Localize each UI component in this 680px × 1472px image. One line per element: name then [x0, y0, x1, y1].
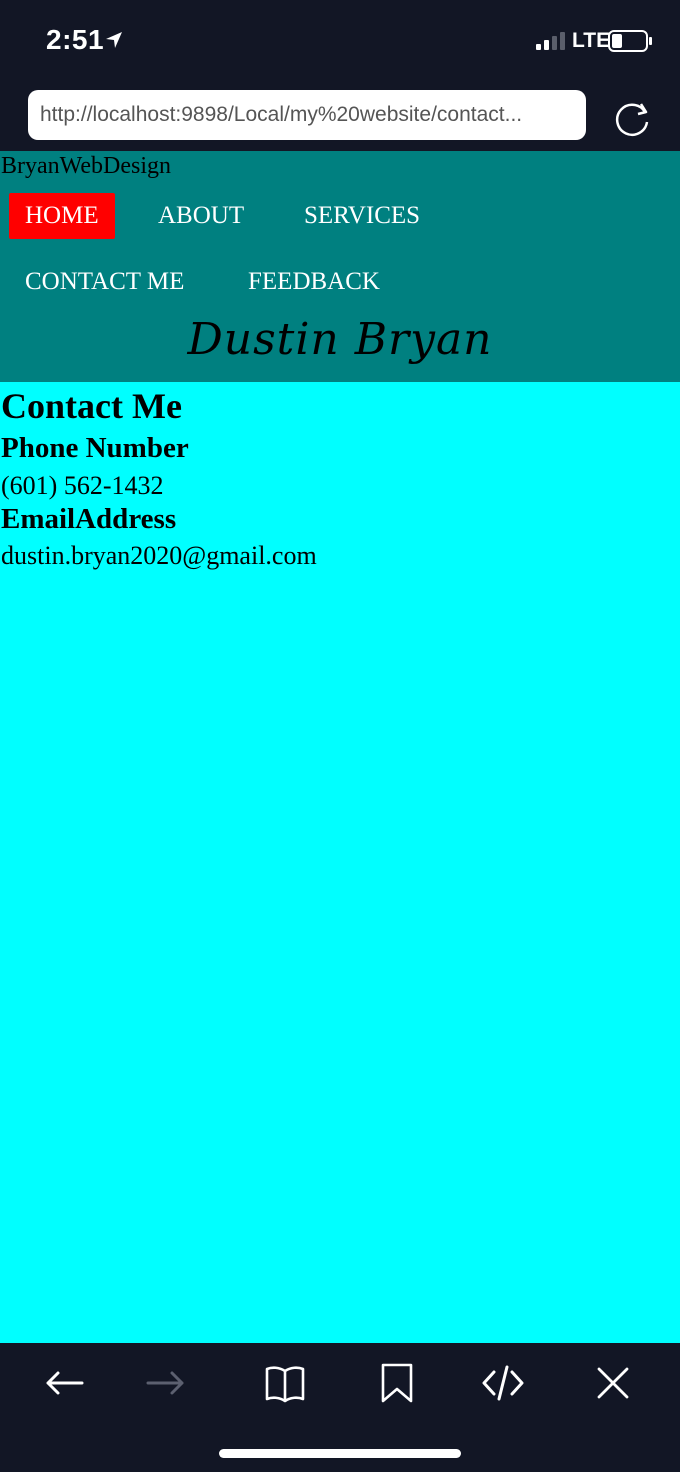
reload-icon[interactable] [612, 98, 652, 138]
network-label: LTE [572, 29, 611, 52]
nav-contact-me[interactable]: CONTACT ME [25, 259, 184, 305]
nav-home[interactable]: HOME [9, 193, 115, 239]
site-signature: Dustin Bryan [187, 314, 493, 365]
location-arrow-icon [106, 32, 122, 48]
battery-icon [608, 30, 652, 52]
site-brand: BryanWebDesign [1, 153, 172, 179]
signal-bars-icon [536, 32, 565, 50]
code-icon[interactable] [481, 1361, 525, 1405]
forward-arrow-icon[interactable] [144, 1361, 188, 1405]
browser-toolbar [0, 1343, 680, 1472]
site-header: BryanWebDesign HOME ABOUT SERVICES CONTA… [0, 151, 680, 382]
browser-url-area: http://localhost:9898/Local/my%20website… [0, 84, 680, 151]
phone-label: Phone Number [1, 432, 189, 464]
email-value: dustin.bryan2020@gmail.com [1, 541, 317, 570]
phone-value: (601) 562-1432 [1, 471, 164, 500]
back-arrow-icon[interactable] [42, 1361, 86, 1405]
nav-feedback[interactable]: FEEDBACK [248, 259, 380, 305]
page-title: Contact Me [1, 386, 182, 426]
nav-services[interactable]: SERVICES [304, 193, 420, 239]
url-field[interactable]: http://localhost:9898/Local/my%20website… [28, 90, 586, 140]
status-time: 2:51 [46, 24, 105, 55]
bookmark-icon[interactable] [375, 1361, 419, 1405]
nav-about[interactable]: ABOUT [158, 193, 244, 239]
home-indicator[interactable] [219, 1449, 461, 1458]
status-bar: 2:51 LTE [0, 0, 680, 84]
email-label: EmailAddress [1, 503, 177, 535]
bookmarks-book-icon[interactable] [263, 1361, 307, 1405]
close-icon[interactable] [591, 1361, 635, 1405]
webpage: BryanWebDesign HOME ABOUT SERVICES CONTA… [0, 151, 680, 1343]
